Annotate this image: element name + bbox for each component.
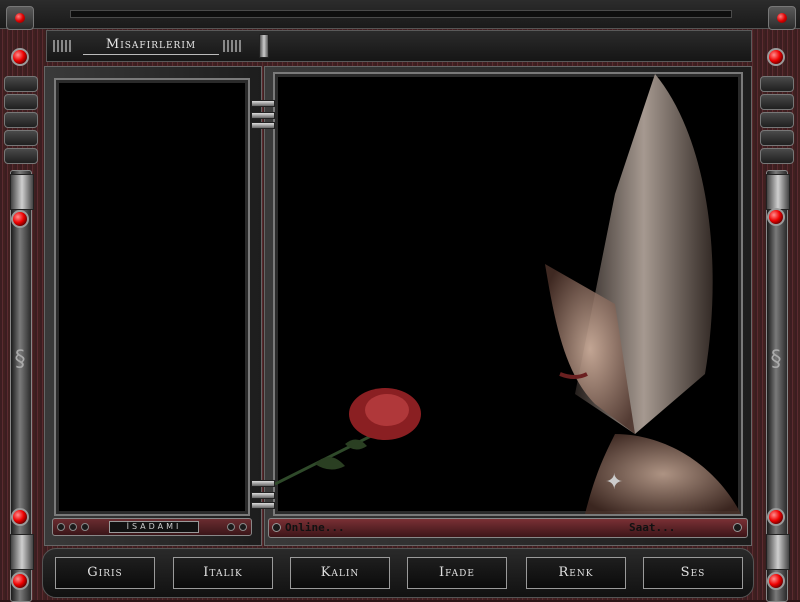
- chat-display-panel[interactable]: ✦: [273, 72, 743, 516]
- status-label: İSADAMI: [109, 521, 199, 533]
- rail-tab: [760, 94, 794, 110]
- italik-button[interactable]: Italik: [173, 557, 273, 589]
- red-led-icon: [777, 13, 787, 23]
- scroll-ornament-icon: §: [770, 347, 782, 372]
- clock-label: Saat...: [629, 521, 676, 534]
- red-led-icon: [11, 210, 29, 228]
- rail-tab: [4, 94, 38, 110]
- grip-right: [223, 40, 243, 52]
- red-led-icon: [11, 508, 29, 526]
- ifade-button[interactable]: Ifade: [407, 557, 507, 589]
- status-dot: [81, 523, 89, 531]
- rail-tab: [4, 130, 38, 146]
- guest-list-panel[interactable]: [54, 78, 250, 516]
- grip-left: [53, 40, 73, 52]
- woman-artwork: [545, 74, 741, 514]
- scroll-ornament-icon: §: [14, 347, 26, 372]
- rail-tab: [760, 112, 794, 128]
- right-status-bar: Online... Saat...: [268, 518, 748, 538]
- left-side-rail: §: [0, 40, 40, 602]
- status-dot: [57, 523, 65, 531]
- bottom-toolbar: Giris Italik Kalin Ifade Renk Ses: [42, 548, 754, 598]
- status-dot: [733, 523, 742, 532]
- rail-slab: [10, 534, 34, 570]
- red-led-icon: [15, 13, 25, 23]
- rail-tab: [4, 148, 38, 164]
- red-led-icon: [767, 208, 785, 226]
- panel-hinge: [251, 100, 275, 130]
- kalin-button[interactable]: Kalin: [290, 557, 390, 589]
- red-led-icon: [767, 48, 785, 66]
- status-dot: [227, 523, 235, 531]
- rose-artwork: [275, 388, 421, 486]
- rail-tab: [760, 148, 794, 164]
- rail-tab: [760, 76, 794, 92]
- red-led-icon: [11, 572, 29, 590]
- window-title: Misafirlerim: [83, 36, 219, 55]
- rail-slab: [766, 174, 790, 210]
- top-groove: [70, 10, 732, 18]
- right-side-rail: §: [756, 40, 796, 602]
- status-dot: [239, 523, 247, 531]
- online-label: Online...: [285, 521, 345, 534]
- title-bar: Misafirlerim: [46, 30, 752, 62]
- left-status-bar: İSADAMI: [52, 518, 252, 536]
- status-dot: [69, 523, 77, 531]
- top-bar: [0, 0, 800, 29]
- top-right-corner: [768, 6, 796, 30]
- red-led-icon: [767, 572, 785, 590]
- giris-button[interactable]: Giris: [55, 557, 155, 589]
- panel-hinge: [251, 480, 275, 510]
- status-dot: [272, 523, 281, 532]
- top-left-corner: [6, 6, 34, 30]
- renk-button[interactable]: Renk: [526, 557, 626, 589]
- rail-slab: [766, 534, 790, 570]
- rail-slab: [10, 174, 34, 210]
- red-led-icon: [767, 508, 785, 526]
- winged-emblem-icon: ✦: [605, 470, 624, 495]
- rail-tab: [4, 112, 38, 128]
- rail-tab: [760, 130, 794, 146]
- ses-button[interactable]: Ses: [643, 557, 743, 589]
- red-led-icon: [11, 48, 29, 66]
- title-handle-button[interactable]: [259, 34, 269, 58]
- rail-tab: [4, 76, 38, 92]
